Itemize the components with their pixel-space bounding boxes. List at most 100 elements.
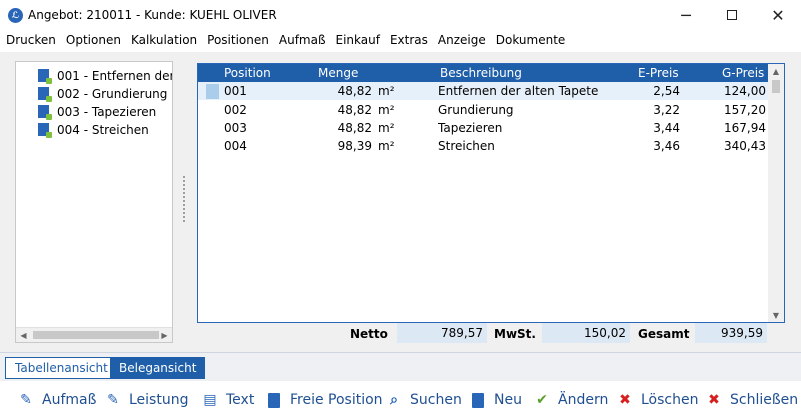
freie-position-button-label: Freie Position (290, 392, 383, 408)
cell-position: 004 (224, 139, 247, 153)
suchen-button[interactable]: ⌕ Suchen (386, 390, 462, 410)
tree-item[interactable]: 002 - Grundierung (38, 85, 172, 102)
document-check-icon (38, 69, 52, 84)
mwst-label: MwSt. (494, 327, 536, 341)
table-row[interactable]: 003 48,82 m² Tapezieren 3,44 167,94 (198, 119, 768, 137)
document-icon (266, 392, 282, 408)
positions-table: Position Menge Beschreibung E-Preis G-Pr… (197, 63, 785, 323)
panel-splitter[interactable] (183, 176, 186, 222)
cell-einheit: m² (378, 103, 395, 117)
tree-item-label: 003 - Tapezieren (57, 104, 157, 119)
header-position[interactable]: Position (224, 66, 271, 80)
netto-label: Netto (350, 327, 388, 341)
menu-dokumente[interactable]: Dokumente (496, 33, 566, 47)
maximize-button[interactable] (709, 0, 755, 30)
document-check-icon (38, 105, 52, 120)
tree-item[interactable]: 004 - Streichen (38, 121, 172, 138)
header-gpreis[interactable]: G-Preis (722, 66, 764, 80)
freie-position-button[interactable]: Freie Position (266, 390, 383, 410)
table-row[interactable]: 004 98,39 m² Streichen 3,46 340,43 (198, 137, 768, 155)
table-vertical-scrollbar[interactable]: ▲ ▼ (768, 64, 784, 322)
cell-einheit: m² (378, 121, 395, 135)
netto-value: 789,57 (397, 323, 487, 343)
neu-button-label: Neu (494, 392, 522, 408)
app-logo-icon[interactable]: ℒ (8, 8, 23, 23)
new-document-icon (470, 392, 486, 408)
menu-drucken[interactable]: Drucken (6, 33, 56, 47)
cell-position: 001 (224, 84, 247, 98)
loeschen-button[interactable]: ✖ Löschen (617, 390, 698, 410)
header-beschreibung[interactable]: Beschreibung (440, 66, 522, 80)
cell-menge: 48,82 (337, 84, 372, 98)
menu-aufmass[interactable]: Aufmaß (279, 33, 326, 47)
mwst-value: 150,02 (542, 323, 630, 343)
tree-item[interactable]: 001 - Entfernen der alten Tapete (38, 67, 172, 84)
cell-menge: 48,82 (337, 103, 372, 117)
position-tree: 001 - Entfernen der alten Tapete 002 - G… (15, 61, 173, 343)
cell-beschreibung: Grundierung (438, 103, 514, 117)
pencil-icon: ✎ (20, 392, 32, 408)
cell-gpreis: 340,43 (724, 139, 766, 153)
loeschen-button-label: Löschen (641, 392, 699, 408)
scroll-down-icon[interactable]: ▼ (768, 308, 784, 322)
schliessen-button[interactable]: ✖ Schließen (706, 390, 798, 410)
scroll-left-icon[interactable]: ◀ (16, 328, 31, 342)
scroll-right-icon[interactable]: ▶ (157, 328, 172, 342)
gesamt-label: Gesamt (638, 327, 690, 341)
window-title: Angebot: 210011 - Kunde: KUEHL OLIVER (28, 8, 277, 22)
cell-epreis: 3,22 (653, 103, 680, 117)
cell-beschreibung: Entfernen der alten Tapete (438, 84, 599, 98)
table-row[interactable]: 002 48,82 m² Grundierung 3,22 157,20 (198, 101, 768, 119)
minimize-button[interactable]: ─ (663, 0, 709, 30)
header-menge[interactable]: Menge (318, 66, 358, 80)
header-epreis[interactable]: E-Preis (638, 66, 679, 80)
pencil-icon: ✎ (107, 392, 119, 408)
document-check-icon (38, 123, 52, 138)
aufmass-button[interactable]: ✎ Aufmaß (18, 390, 96, 410)
scroll-up-icon[interactable]: ▲ (768, 64, 784, 78)
cell-gpreis: 157,20 (724, 103, 766, 117)
aendern-button[interactable]: ✔ Ändern (534, 390, 608, 410)
cell-einheit: m² (378, 84, 395, 98)
menu-positionen[interactable]: Positionen (207, 33, 269, 47)
minimize-icon: ─ (681, 5, 691, 25)
table-row[interactable]: 001 48,82 m² Entfernen der alten Tapete … (198, 82, 768, 100)
text-button[interactable]: ▤ Text (202, 390, 254, 410)
scroll-thumb[interactable] (33, 331, 159, 339)
cell-epreis: 2,54 (653, 84, 680, 98)
tab-belegansicht[interactable]: Belegansicht (110, 357, 206, 379)
search-icon: ⌕ (390, 392, 398, 408)
view-tabs: Tabellenansicht Belegansicht (0, 352, 801, 381)
leistung-button[interactable]: ✎ Leistung (105, 390, 188, 410)
cell-position: 003 (224, 121, 247, 135)
tree-item[interactable]: 003 - Tapezieren (38, 103, 172, 120)
menu-anzeige[interactable]: Anzeige (438, 33, 486, 47)
maximize-icon (727, 10, 737, 20)
delete-document-icon: ✖ (619, 392, 631, 408)
cell-epreis: 3,44 (653, 121, 680, 135)
close-icon: ✕ (771, 5, 785, 25)
cell-beschreibung: Tapezieren (438, 121, 503, 135)
menu-extras[interactable]: Extras (390, 33, 428, 47)
schliessen-button-label: Schließen (730, 392, 799, 408)
title-bar: ℒ Angebot: 210011 - Kunde: KUEHL OLIVER … (0, 0, 801, 30)
neu-button[interactable]: Neu (470, 390, 522, 410)
document-check-icon (38, 87, 52, 102)
row-selection-indicator (206, 84, 219, 99)
table-header: Position Menge Beschreibung E-Preis G-Pr… (198, 64, 768, 82)
tab-tabellenansicht[interactable]: Tabellenansicht (5, 357, 118, 379)
cell-menge: 48,82 (337, 121, 372, 135)
close-button[interactable]: ✕ (755, 0, 801, 30)
text-button-label: Text (226, 392, 255, 408)
scroll-thumb[interactable] (772, 80, 780, 93)
menu-optionen[interactable]: Optionen (66, 33, 121, 47)
gesamt-value: 939,59 (695, 323, 767, 343)
menu-einkauf[interactable]: Einkauf (336, 33, 380, 47)
aendern-button-label: Ändern (558, 392, 609, 408)
menu-kalkulation[interactable]: Kalkulation (131, 33, 197, 47)
checkmark-icon: ✔ (536, 392, 548, 408)
menu-bar: Drucken Optionen Kalkulation Positionen … (0, 30, 801, 50)
tree-item-label: 001 - Entfernen der alten Tapete (57, 68, 172, 83)
tree-item-label: 002 - Grundierung (57, 86, 168, 101)
tree-horizontal-scrollbar[interactable]: ◀ ▶ (16, 327, 172, 342)
